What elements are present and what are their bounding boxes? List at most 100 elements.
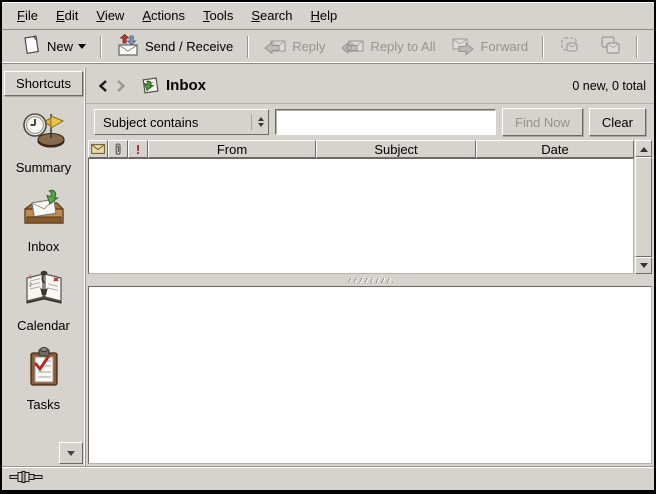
find-now-button[interactable]: Find Now <box>502 108 583 136</box>
move-message-icon <box>598 33 622 60</box>
menu-help-rest: elp <box>320 8 337 23</box>
main-body: Shortcuts Summary <box>2 68 654 466</box>
status-bar <box>2 466 654 490</box>
column-from-label: From <box>217 142 247 157</box>
column-subject-label: Subject <box>374 142 417 157</box>
forward-nav-button[interactable] <box>112 76 130 96</box>
sidebar-item-inbox-label: Inbox <box>28 239 60 254</box>
menu-file[interactable]: File <box>8 4 47 27</box>
column-message-status[interactable] <box>88 140 108 158</box>
message-list-body[interactable] <box>88 158 634 274</box>
folder-message-count: 0 new, 0 total <box>572 79 646 93</box>
search-input[interactable] <box>275 109 496 135</box>
sidebar-item-summary[interactable]: Summary <box>2 108 85 175</box>
svg-text:2: 2 <box>29 283 32 289</box>
scrollbar-track[interactable] <box>635 157 652 257</box>
shortcuts-group-button[interactable]: Shortcuts <box>4 71 83 96</box>
new-document-icon <box>20 34 42 59</box>
shortcut-bar-scroll-down-button[interactable] <box>59 442 83 464</box>
new-dropdown-chevron-icon[interactable] <box>78 44 86 53</box>
reply-to-all-button[interactable]: Reply to All <box>335 30 441 63</box>
chevron-down-icon <box>67 451 75 460</box>
reply-button[interactable]: Reply <box>257 30 331 63</box>
menu-tools-rest: ools <box>209 8 233 23</box>
column-from[interactable]: From <box>148 140 316 158</box>
summary-clock-icon <box>21 108 67 154</box>
menu-actions-key: A <box>142 8 151 23</box>
inbox-tray-icon <box>21 187 67 233</box>
back-button[interactable] <box>94 76 112 96</box>
content-pane: Inbox 0 new, 0 total Subject contains Fi… <box>86 68 654 466</box>
envelope-icon <box>91 144 105 154</box>
menu-search[interactable]: Search <box>242 4 301 27</box>
column-attachment[interactable] <box>108 140 128 158</box>
menu-edit[interactable]: Edit <box>47 4 87 27</box>
forward-button[interactable]: Forward <box>445 30 534 63</box>
forward-icon <box>451 34 475 59</box>
toolbar: New Send / Receive <box>2 30 654 64</box>
sidebar-item-tasks[interactable]: Tasks <box>2 345 85 412</box>
clear-button[interactable]: Clear <box>589 108 646 136</box>
shortcut-bar: Shortcuts Summary <box>2 68 86 466</box>
sidebar-item-summary-label: Summary <box>16 160 72 175</box>
menu-bar: File Edit View Actions Tools Search Help <box>2 2 654 30</box>
copy-message-button[interactable] <box>552 29 588 64</box>
column-date[interactable]: Date <box>476 140 634 158</box>
sidebar-item-calendar-label: Calendar <box>17 318 70 333</box>
menu-search-rest: earch <box>260 8 293 23</box>
column-subject[interactable]: Subject <box>316 140 476 158</box>
message-list-scrollbar <box>635 140 652 274</box>
scroll-up-button[interactable] <box>635 140 652 157</box>
menu-help[interactable]: Help <box>302 4 347 27</box>
send-receive-button[interactable]: Send / Receive <box>110 30 239 63</box>
toolbar-separator <box>636 36 638 58</box>
calendar-book-icon: 1 2 <box>21 266 67 312</box>
priority-exclamation-icon: ! <box>136 142 140 157</box>
toolbar-separator <box>247 36 249 58</box>
svg-text:1: 1 <box>29 275 32 281</box>
folder-title: Inbox <box>166 77 206 94</box>
menu-actions[interactable]: Actions <box>133 4 194 27</box>
move-message-button[interactable] <box>592 29 628 64</box>
reply-label: Reply <box>292 39 325 54</box>
menu-view-key: V <box>96 8 104 23</box>
search-filter-value: Subject contains <box>103 115 198 130</box>
forward-label: Forward <box>480 39 528 54</box>
pane-splitter[interactable] <box>86 274 654 286</box>
offline-connector-icon[interactable] <box>9 470 43 487</box>
column-date-label: Date <box>541 142 568 157</box>
folder-header: Inbox 0 new, 0 total <box>86 68 654 104</box>
splitter-grip-icon <box>347 278 393 283</box>
combo-arrows-icon <box>251 114 264 130</box>
send-receive-label: Send / Receive <box>145 39 233 54</box>
sidebar-item-calendar[interactable]: 1 2 Calendar <box>2 266 85 333</box>
copy-message-icon <box>558 33 582 60</box>
chevron-right-icon <box>116 80 126 92</box>
column-priority[interactable]: ! <box>128 140 148 158</box>
triangle-down-icon <box>640 263 648 272</box>
send-receive-icon <box>116 34 140 59</box>
menu-view[interactable]: View <box>87 4 133 27</box>
search-bar: Subject contains Find Now Clear <box>86 104 654 140</box>
menu-actions-rest: ctions <box>151 8 185 23</box>
menu-edit-rest: dit <box>65 8 79 23</box>
print-button[interactable] <box>646 29 656 64</box>
chevron-left-icon <box>98 80 108 92</box>
shortcuts-label: Shortcuts <box>16 76 71 91</box>
scroll-down-button[interactable] <box>635 257 652 274</box>
print-icon <box>652 33 656 60</box>
message-list: ! From Subject Date <box>88 140 652 274</box>
sidebar-item-tasks-label: Tasks <box>27 397 60 412</box>
toolbar-separator <box>542 36 544 58</box>
message-preview-pane[interactable] <box>88 286 652 464</box>
menu-search-key: S <box>251 8 260 23</box>
reply-to-all-icon <box>341 34 365 59</box>
menu-help-key: H <box>311 8 320 23</box>
search-filter-dropdown[interactable]: Subject contains <box>94 109 269 135</box>
inbox-folder-icon <box>140 75 160 97</box>
tasks-clipboard-icon <box>21 345 67 391</box>
evolution-window: File Edit View Actions Tools Search Help… <box>0 0 656 494</box>
new-button[interactable]: New <box>14 30 92 63</box>
sidebar-item-inbox[interactable]: Inbox <box>2 187 85 254</box>
menu-tools[interactable]: Tools <box>194 4 242 27</box>
